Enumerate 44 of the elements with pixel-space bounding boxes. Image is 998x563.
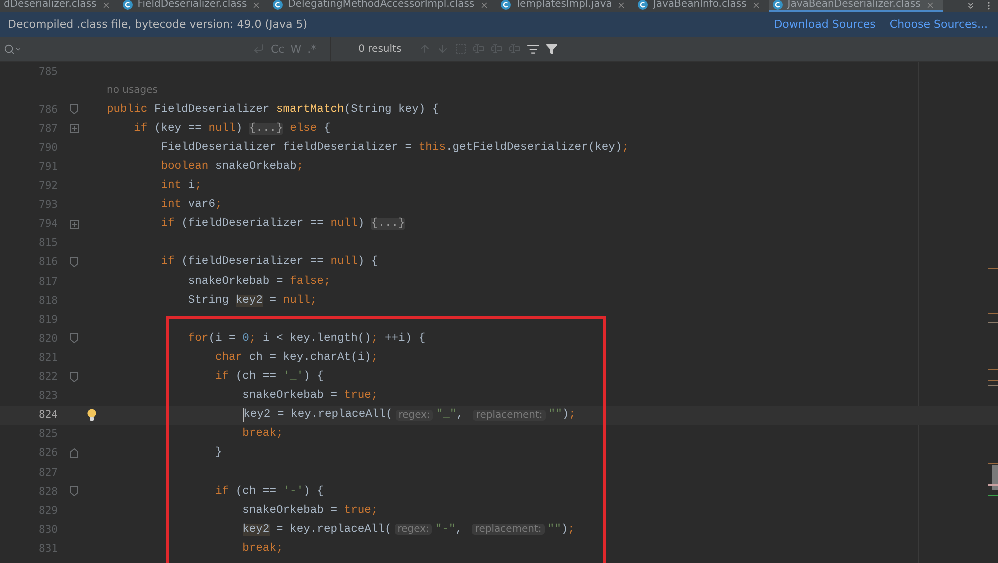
close-icon[interactable] [752,0,761,10]
decompiled-notice: Decompiled .class file, bytecode version: 49.0 (Java 5) [8,18,308,31]
expand-icon[interactable] [70,218,79,230]
fold-icon[interactable] [70,448,79,459]
close-icon[interactable] [926,0,935,10]
code-line: snakeOrkebab = true; [242,504,378,519]
code-line: } [214,446,222,462]
code-line: if (key == null) {...} else { [133,122,331,137]
close-icon[interactable] [252,0,262,10]
fold-icon[interactable] [70,333,79,344]
code-line: FieldDeserializer fieldDeserializer = this.getFieldDeserializer(key); [160,140,630,156]
code-line: if (fieldDeserializer == null) {...} [160,216,406,232]
code-line: break; [242,542,284,557]
code-line: key2 = key.replaceAll( regex: "-", replacement: ""); [242,522,575,538]
chevron-down-icon[interactable] [966,1,976,11]
sources-link[interactable]: Download Sources [774,18,876,31]
code-line: for(i = 0; i < key.length(); ++i) { [187,332,426,347]
code-line: if (fieldDeserializer == null) { [160,254,378,270]
fold-icon[interactable] [70,372,79,383]
code-line: snakeOrkebab = true; [242,388,378,404]
code-line: String key2 = null; [187,294,318,309]
fold-icon[interactable] [70,256,79,268]
usages-hint: no usages [107,85,158,96]
close-icon[interactable] [102,0,111,10]
code-line: snakeOrkebab = false; [187,274,331,290]
code-line: boolean snakeOrkebab; [160,160,304,176]
close-icon[interactable] [480,0,489,10]
expand-icon[interactable] [70,123,79,134]
code-line: int var6; [160,198,222,214]
code-line: if (ch == '_') { [214,370,324,386]
code-line: public FieldDeserializer smartMatch(String key) { [107,102,440,118]
fold-icon[interactable] [70,104,79,116]
line-number: 824 [39,409,58,422]
code-line: int i; [160,178,202,194]
lightbulb-icon[interactable] [87,408,97,422]
code-line: break; [242,426,284,442]
close-icon[interactable] [617,0,626,10]
fold-icon[interactable] [70,486,79,498]
results-count: 0 results [358,44,402,54]
code-line: if (ch == '-') { [214,484,324,500]
code-line: key2 = key.replaceAll( regex: "_", replacement: ""); [242,407,576,424]
code-line: char ch = key.charAt(i); [214,350,378,366]
regex-toggle[interactable]: .* [304,40,320,58]
sources-link[interactable]: Choose Sources... [890,18,988,31]
